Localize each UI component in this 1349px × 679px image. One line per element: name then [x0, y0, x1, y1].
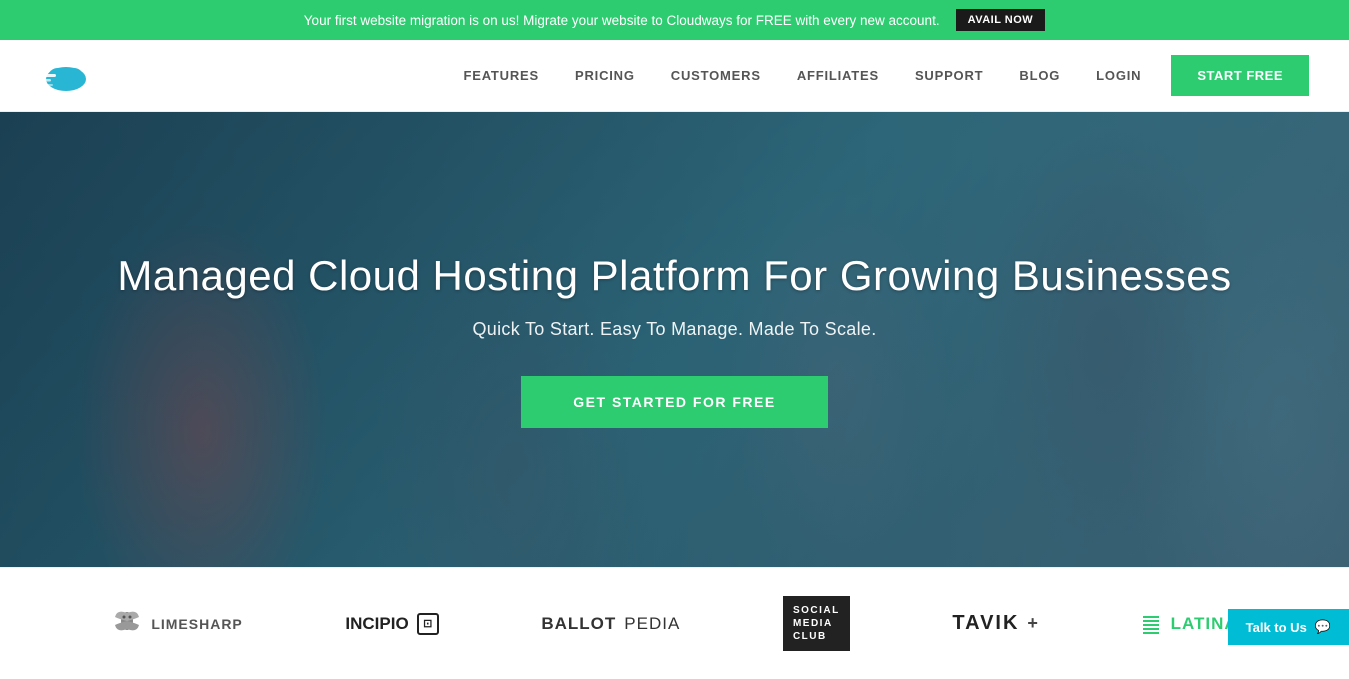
chat-icon: 💬 — [1315, 619, 1331, 635]
logo-ballotpedia: BALLOT PEDIA — [541, 614, 680, 634]
hero-section: Managed Cloud Hosting Platform For Growi… — [0, 112, 1349, 567]
ballotpedia-bold: BALLOT — [541, 614, 616, 634]
start-free-button[interactable]: START FREE — [1171, 55, 1309, 96]
tavik-plus-icon: + — [1027, 613, 1040, 634]
tavik-name: TAVIK — [952, 612, 1019, 635]
banner-text: Your first website migration is on us! M… — [304, 13, 940, 28]
talk-to-us-widget[interactable]: Talk to Us 💬 — [1228, 609, 1349, 645]
incipio-name: INCIPIO — [345, 614, 408, 634]
incipio-box-icon: ⊡ — [417, 613, 439, 635]
logo[interactable] — [40, 57, 92, 95]
logo-latina: Latina — [1143, 614, 1238, 634]
logos-section: LIMESHARP INCIPIO ⊡ BALLOT PEDIA SOCIALME… — [0, 567, 1349, 679]
login-link[interactable]: LOGIN — [1096, 68, 1141, 83]
social-media-text: SOCIALMEDIACLUB — [793, 604, 840, 643]
logo-limesharp: LIMESHARP — [111, 607, 242, 641]
navbar: FEATURES PRICING CUSTOMERS AFFILIATES SU… — [0, 40, 1349, 112]
talk-widget-label: Talk to Us — [1246, 620, 1307, 635]
limesharp-name: LIMESHARP — [151, 616, 242, 632]
support-link[interactable]: SUPPORT — [915, 68, 983, 83]
pricing-link[interactable]: PRICING — [575, 68, 635, 83]
hero-content: Managed Cloud Hosting Platform For Growi… — [97, 251, 1251, 428]
top-banner: Your first website migration is on us! M… — [0, 0, 1349, 40]
logo-icon — [40, 57, 92, 95]
nav-item-pricing[interactable]: PRICING — [575, 67, 635, 85]
nav-item-affiliates[interactable]: AFFILIATES — [797, 67, 879, 85]
blog-link[interactable]: BLOG — [1019, 68, 1060, 83]
nav-item-customers[interactable]: CUSTOMERS — [671, 67, 761, 85]
limesharp-icon — [111, 607, 143, 641]
features-link[interactable]: FEATURES — [464, 68, 540, 83]
logo-social-media-club: SOCIALMEDIACLUB — [783, 596, 850, 651]
nav-item-features[interactable]: FEATURES — [464, 67, 540, 85]
nav-item-login[interactable]: LOGIN — [1096, 67, 1141, 85]
logo-tavik: TAVIK + — [952, 612, 1040, 635]
hero-title: Managed Cloud Hosting Platform For Growi… — [117, 251, 1231, 301]
get-started-button[interactable]: GET STARTED FOR FREE — [521, 376, 827, 428]
limesharp-svg — [111, 607, 143, 635]
hero-subtitle: Quick To Start. Easy To Manage. Made To … — [117, 319, 1231, 340]
nav-item-support[interactable]: SUPPORT — [915, 67, 983, 85]
latina-stripes-icon — [1143, 614, 1159, 634]
customers-link[interactable]: CUSTOMERS — [671, 68, 761, 83]
affiliates-link[interactable]: AFFILIATES — [797, 68, 879, 83]
nav-item-blog[interactable]: BLOG — [1019, 67, 1060, 85]
ballotpedia-light: PEDIA — [624, 614, 680, 634]
avail-now-button[interactable]: AVAIL NOW — [956, 9, 1046, 31]
nav-links: FEATURES PRICING CUSTOMERS AFFILIATES SU… — [464, 67, 1142, 85]
logo-incipio: INCIPIO ⊡ — [345, 613, 438, 635]
